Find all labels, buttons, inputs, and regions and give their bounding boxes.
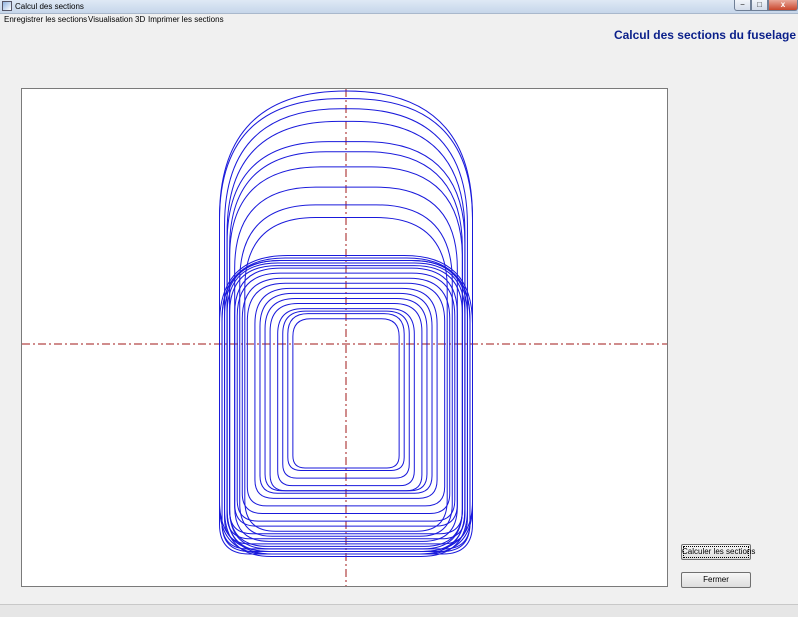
close-window-button[interactable]: x xyxy=(768,0,798,11)
menu-bar: Enregistrer les sections Visualisation 3… xyxy=(0,14,798,26)
window-title: Calcul des sections xyxy=(15,2,84,11)
menu-visualisation-3d[interactable]: Visualisation 3D xyxy=(88,15,145,25)
sections-drawing xyxy=(22,89,667,586)
status-bar xyxy=(0,604,798,617)
close-button[interactable]: Fermer xyxy=(681,572,751,588)
compute-sections-button[interactable]: Calculer les sections xyxy=(681,544,755,560)
maximize-button[interactable]: □ xyxy=(751,0,768,11)
page-title: Calcul des sections du fuselage xyxy=(613,28,796,42)
minimize-button[interactable]: − xyxy=(734,0,751,11)
menu-enregistrer-sections[interactable]: Enregistrer les sections xyxy=(4,15,87,25)
menu-imprimer-sections[interactable]: Imprimer les sections xyxy=(148,15,224,25)
app-icon xyxy=(2,1,12,11)
sections-drawing-canvas xyxy=(21,88,668,587)
title-bar: Calcul des sections − □ x xyxy=(0,0,798,14)
